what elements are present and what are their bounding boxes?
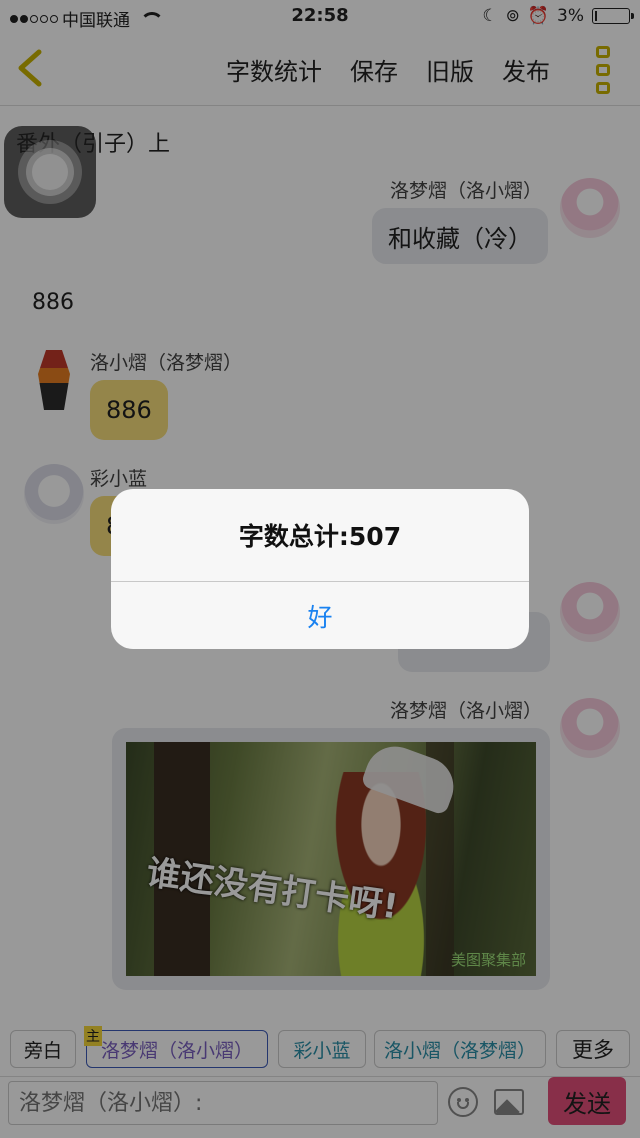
word-count-alert: 字数总计:507 好 (111, 489, 529, 649)
alert-message: 字数总计:507 (238, 522, 402, 551)
alert-ok-button[interactable]: 好 (111, 582, 529, 649)
